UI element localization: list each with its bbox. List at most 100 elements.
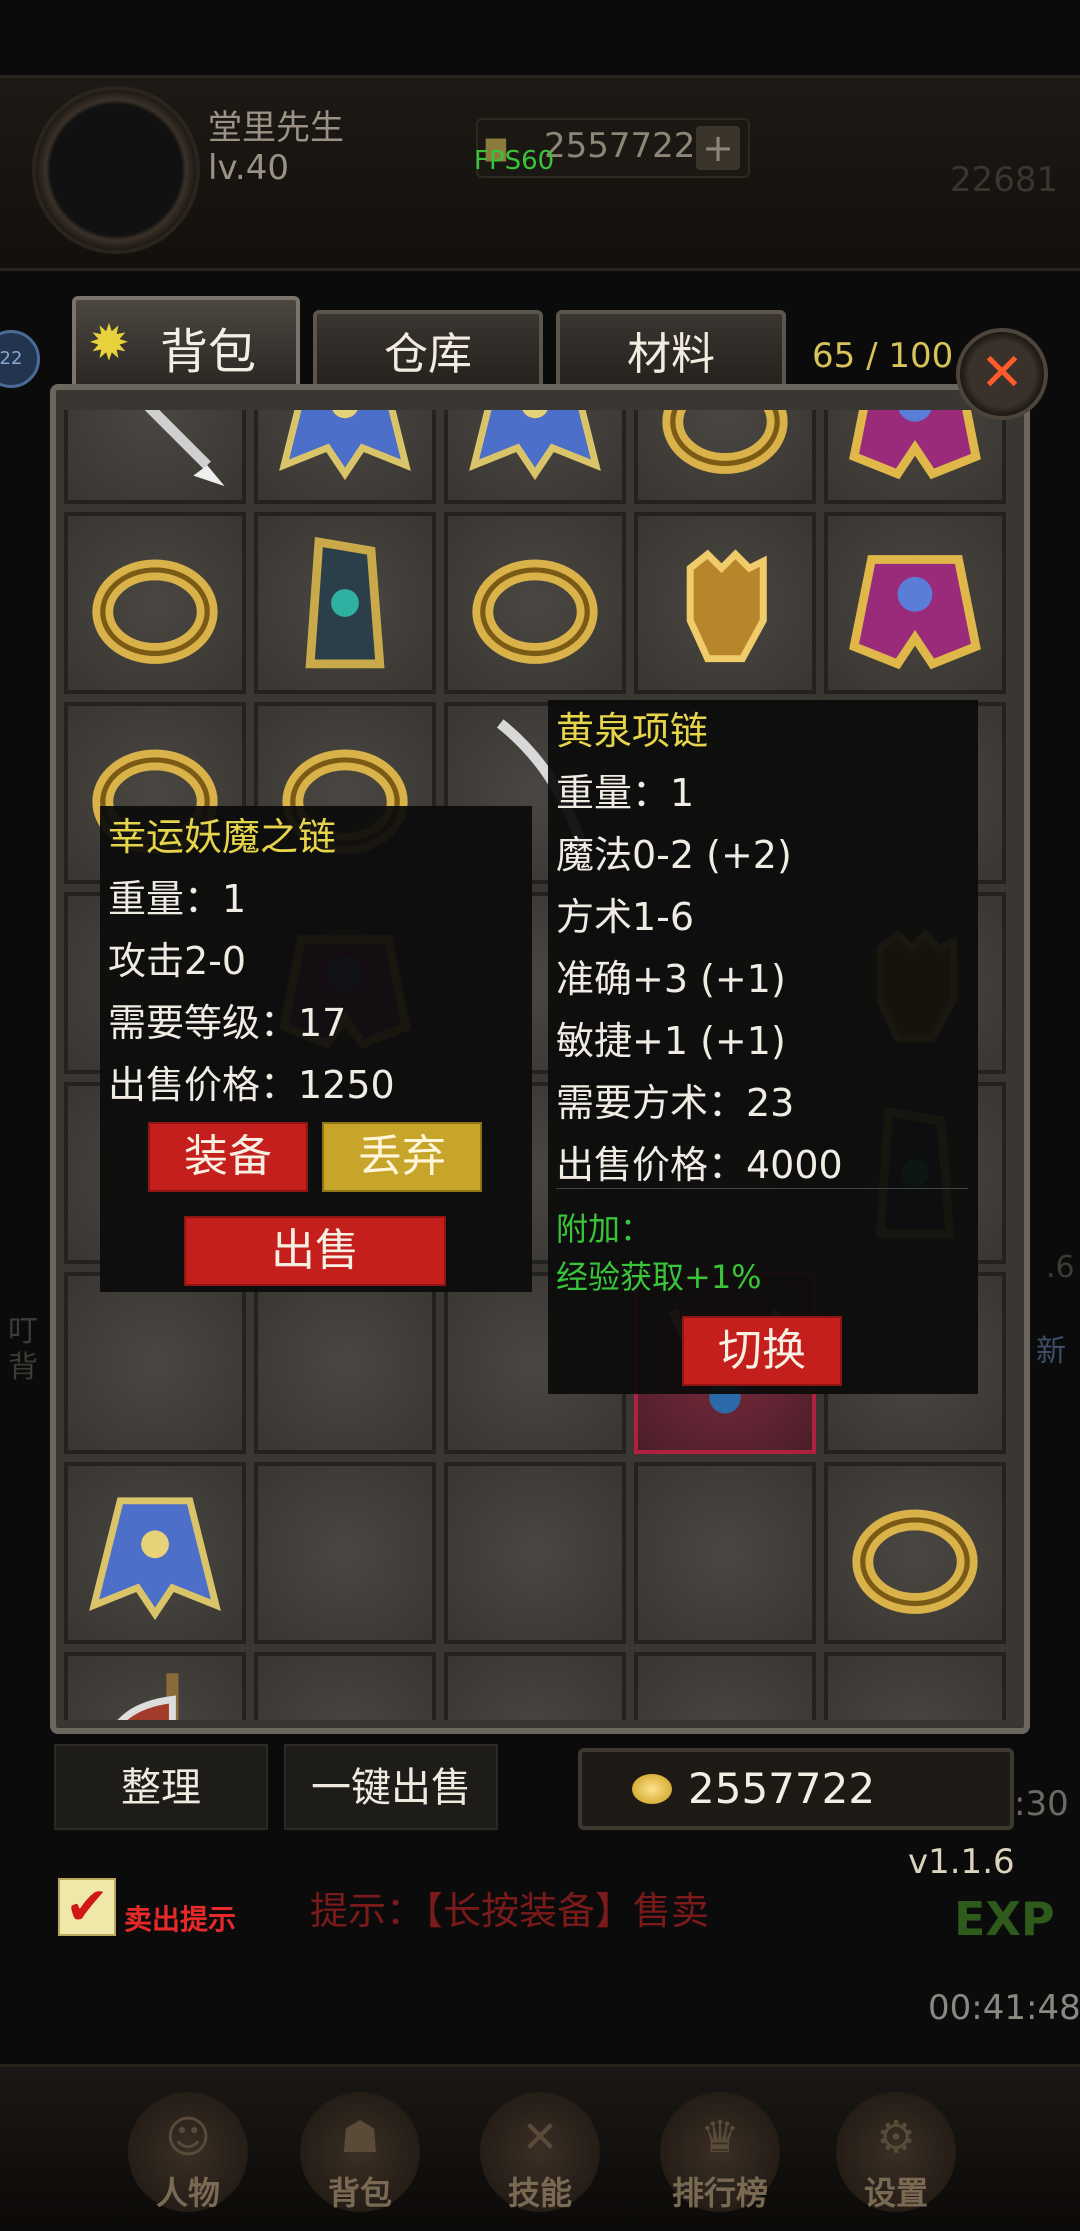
fps-counter: FPS60 <box>474 146 555 176</box>
tooltip-extra-label: 附加： <box>556 1210 653 1248</box>
close-button[interactable]: ✕ <box>956 328 1048 420</box>
side-text-left-2: 背 <box>8 1350 38 1385</box>
side-time: :30 <box>1014 1784 1069 1824</box>
inventory-slot[interactable] <box>444 1462 626 1644</box>
tooltip-item-name: 黄泉项链 <box>556 709 709 753</box>
ring-icon <box>828 1466 1002 1640</box>
inventory-slot[interactable] <box>444 410 626 504</box>
top-gold-value: 2557722 <box>544 126 696 166</box>
tab-bag-label: 背包 <box>160 324 257 380</box>
tooltip-accuracy: 准确+3 (+1) <box>556 957 786 1001</box>
gold-coin-icon <box>632 1774 672 1804</box>
gauntlet-icon <box>638 516 812 690</box>
nav-label: 设置 <box>863 2174 928 2212</box>
tooltip-extra-value: 经验获取+1% <box>556 1258 762 1296</box>
tooltip-item-name: 幸运妖魔之链 <box>108 815 337 859</box>
nav-label: 排行榜 <box>671 2174 768 2212</box>
character-icon: ☺ <box>165 2112 211 2163</box>
inventory-slot[interactable] <box>254 410 436 504</box>
robe-icon <box>448 410 622 500</box>
axe-icon <box>68 1656 242 1720</box>
settings-icon: ⚙ <box>876 2112 916 2163</box>
bag-capacity: 65 / 100 <box>812 336 954 376</box>
inventory-slot[interactable] <box>64 1462 246 1644</box>
avatar[interactable] <box>36 90 196 250</box>
tooltip-attack: 攻击2-0 <box>108 939 247 983</box>
nav-skill[interactable]: ✕ 技能 <box>480 2092 600 2212</box>
tooltip-sell-price: 出售价格：1250 <box>108 1063 395 1107</box>
side-text: .6 <box>1046 1250 1075 1285</box>
switch-button[interactable]: 切换 <box>682 1316 842 1386</box>
tab-warehouse[interactable]: 仓库 <box>313 310 543 388</box>
nav-ranking[interactable]: ♛ 排行榜 <box>660 2092 780 2212</box>
inventory-slot[interactable] <box>444 512 626 694</box>
nav-label: 背包 <box>327 2174 392 2212</box>
side-new-label: 新 <box>1036 1334 1066 1369</box>
inventory-slot[interactable] <box>824 1652 1006 1720</box>
inventory-slot[interactable] <box>634 410 816 504</box>
inventory-slot[interactable] <box>254 512 436 694</box>
inventory-slot[interactable] <box>254 1652 436 1720</box>
ranking-icon: ♛ <box>700 2112 740 2163</box>
sell-tip-checkbox[interactable]: ✔ <box>58 1878 116 1936</box>
inventory-slot[interactable] <box>824 410 1006 504</box>
sell-all-button[interactable]: 一键出售 <box>284 1744 498 1830</box>
nav-label: 技能 <box>507 2174 572 2212</box>
armor-icon <box>828 516 1002 690</box>
tooltip-weight: 重量：1 <box>108 877 247 921</box>
bracer-icon <box>258 516 432 690</box>
inventory-slot[interactable] <box>444 1652 626 1720</box>
timer: 00:41:48 <box>928 1988 1080 2028</box>
tooltip-magic: 魔法0-2 (+2) <box>556 833 792 877</box>
hint-text: 提示：【长按装备】售卖 <box>310 1889 710 1933</box>
skill-icon: ✕ <box>521 2112 559 2163</box>
discard-button[interactable]: 丢弃 <box>322 1122 482 1192</box>
tooltip-required-level: 需要等级：17 <box>108 1001 347 1045</box>
nav-bag[interactable]: ☗ 背包 <box>300 2092 420 2212</box>
player-level: lv.40 <box>208 148 289 188</box>
nav-label: 人物 <box>155 2174 220 2212</box>
player-name: 堂里先生 <box>208 108 344 148</box>
exp-icon[interactable]: EXP <box>954 1892 1055 1946</box>
nav-character[interactable]: ☺ 人物 <box>128 2092 248 2212</box>
tooltip-taoism: 方术1-6 <box>556 895 695 939</box>
add-gold-button[interactable]: + <box>696 126 740 170</box>
ring-icon <box>448 516 622 690</box>
sell-button[interactable]: 出售 <box>184 1216 446 1286</box>
tooltip-required-taoism: 需要方术：23 <box>556 1081 795 1125</box>
inventory-slot[interactable] <box>634 512 816 694</box>
tab-material[interactable]: 材料 <box>556 310 786 388</box>
inventory-slot[interactable] <box>254 1462 436 1644</box>
inventory-slot[interactable] <box>634 1652 816 1720</box>
armor-icon <box>828 410 1002 500</box>
gear-icon: ✹ <box>88 314 130 372</box>
item-tooltip-left: 幸运妖魔之链 重量：1 攻击2-0 需要等级：17 出售价格：1250 装备 丢… <box>100 806 532 1292</box>
gold-value: 2557722 <box>688 1764 876 1813</box>
inventory-slot[interactable] <box>64 1652 246 1720</box>
bag-icon: ☗ <box>340 2112 380 2163</box>
item-tooltip-right: 黄泉项链 重量：1 魔法0-2 (+2) 方术1-6 准确+3 (+1) 敏捷+… <box>548 700 978 1394</box>
inventory-slot[interactable] <box>634 1462 816 1644</box>
robe-icon <box>68 1466 242 1640</box>
nav-settings[interactable]: ⚙ 设置 <box>836 2092 956 2212</box>
inventory-slot[interactable] <box>254 1272 436 1454</box>
equip-button[interactable]: 装备 <box>148 1122 308 1192</box>
inventory-slot[interactable] <box>64 1272 246 1454</box>
inventory-slot[interactable] <box>824 1462 1006 1644</box>
inventory-slot[interactable] <box>64 512 246 694</box>
tooltip-weight: 重量：1 <box>556 771 695 815</box>
version-label: v1.1.6 <box>908 1842 1015 1882</box>
ring-icon <box>638 410 812 500</box>
tooltip-divider <box>556 1188 968 1189</box>
score-readout: 22681 <box>950 160 1059 200</box>
gold-display: 2557722 <box>578 1748 1014 1830</box>
inventory-slot[interactable] <box>824 512 1006 694</box>
sort-button[interactable]: 整理 <box>54 1744 268 1830</box>
tooltip-agility: 敏捷+1 (+1) <box>556 1019 786 1063</box>
tooltip-sell-price: 出售价格：4000 <box>556 1143 843 1187</box>
side-level-badge[interactable]: 22 <box>0 330 40 388</box>
sell-tip-label: 卖出提示 <box>124 1903 237 1936</box>
inventory-slot[interactable] <box>64 410 246 504</box>
robe-icon <box>258 410 432 500</box>
spear-icon <box>68 410 242 500</box>
